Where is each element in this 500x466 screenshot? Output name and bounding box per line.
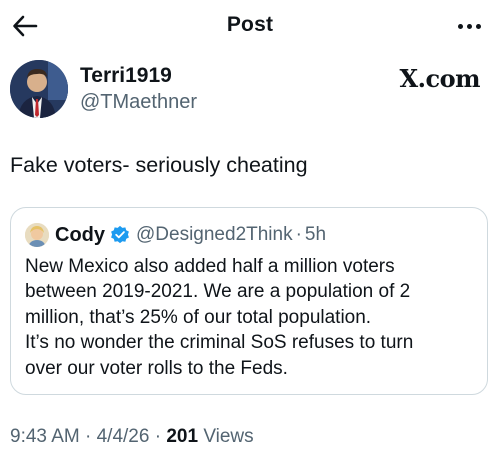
quoted-text-line: between 2019-2021. We are a population o…: [25, 281, 411, 303]
post-text: Fake voters- seriously cheating: [10, 153, 308, 177]
quoted-author-name[interactable]: Cody: [55, 224, 105, 247]
more-horizontal-icon: [457, 23, 463, 29]
quoted-avatar-image: [25, 223, 49, 247]
quoted-separator: ·: [295, 224, 302, 245]
page-title: Post: [226, 13, 274, 36]
views-label: Views: [203, 426, 254, 447]
author-avatar-image: [10, 60, 68, 118]
author-handle[interactable]: @TMaethner: [80, 91, 197, 114]
quoted-text-line: million, that’s 25% of our total populat…: [25, 306, 372, 328]
header: Post: [0, 0, 500, 52]
quoted-author-avatar[interactable]: [25, 223, 49, 247]
post-time[interactable]: 9:43 AM: [10, 426, 80, 447]
post-meta: 9:43 AM · 4/4/26 · 201 Views: [10, 426, 254, 448]
quoted-post-header: Cody @Designed2Think · 5h: [25, 223, 326, 247]
quoted-post-text: New Mexico also added half a million vot…: [25, 254, 477, 381]
quoted-text-line: It’s no wonder the criminal SoS refuses …: [25, 332, 414, 354]
brand-watermark: X.com: [399, 64, 481, 93]
author-name[interactable]: Terri1919: [80, 64, 172, 88]
verified-badge-icon: [111, 225, 129, 244]
quoted-author-handle[interactable]: @Designed2Think: [136, 224, 293, 246]
quoted-post[interactable]: Cody @Designed2Think · 5h New Mexico als…: [10, 207, 488, 395]
more-horizontal-icon-dot: [466, 23, 472, 29]
meta-separator: ·: [85, 426, 92, 447]
author-avatar[interactable]: [10, 60, 68, 118]
quoted-text-line: over our voter rolls to the Feds.: [25, 357, 288, 379]
post-page: Post Terri1919 @TMaethner X.com Fake vot…: [0, 0, 500, 466]
more-options-button[interactable]: [452, 12, 486, 40]
views-count: 201: [166, 426, 199, 447]
quoted-text-line: New Mexico also added half a million vot…: [25, 256, 395, 277]
quoted-timestamp[interactable]: 5h: [305, 224, 326, 246]
meta-separator: ·: [154, 426, 162, 447]
post-date[interactable]: 4/4/26: [97, 426, 150, 447]
more-horizontal-icon-dot: [475, 23, 481, 29]
